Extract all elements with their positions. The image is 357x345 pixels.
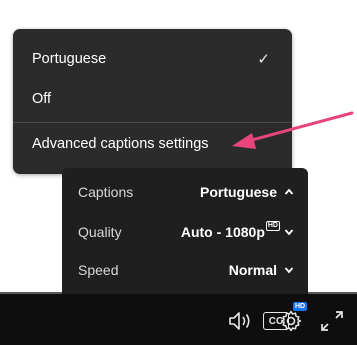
caption-option-off[interactable]: Off bbox=[13, 81, 292, 117]
settings-row-name: Quality bbox=[78, 224, 122, 240]
settings-row-name: Captions bbox=[78, 184, 134, 200]
menu-divider bbox=[13, 122, 292, 123]
settings-row-captions[interactable]: Captions Portuguese bbox=[62, 174, 308, 210]
advanced-captions-settings-item[interactable]: Advanced captions settings bbox=[13, 126, 292, 162]
settings-row-value: Auto - 1080p bbox=[180, 224, 265, 240]
caption-option-portuguese[interactable]: Portuguese ✓ bbox=[13, 41, 292, 77]
settings-gear-icon[interactable] bbox=[279, 309, 303, 333]
hd-badge: HD bbox=[265, 221, 280, 231]
checkmark-icon: ✓ bbox=[257, 51, 270, 68]
settings-row-speed[interactable]: Speed Normal bbox=[62, 252, 308, 288]
advanced-captions-settings-label: Advanced captions settings bbox=[32, 136, 209, 152]
settings-row-quality[interactable]: Quality Auto - 1080p HD bbox=[62, 214, 308, 250]
chevron-down-icon bbox=[284, 267, 294, 274]
settings-row-value: Portuguese bbox=[199, 184, 277, 200]
volume-icon[interactable] bbox=[228, 310, 256, 332]
fullscreen-icon[interactable] bbox=[318, 308, 346, 334]
captions-menu: Portuguese ✓ Off Advanced captions setti… bbox=[13, 29, 292, 174]
hd-badge: HD bbox=[293, 302, 308, 311]
settings-row-name: Speed bbox=[78, 262, 119, 278]
settings-row-value: Normal bbox=[228, 262, 277, 278]
chevron-down-icon bbox=[284, 229, 294, 236]
settings-panel: Captions Portuguese Quality Auto - 1080p… bbox=[62, 168, 308, 294]
chevron-up-icon bbox=[284, 188, 294, 195]
caption-option-label: Portuguese bbox=[32, 51, 107, 67]
caption-option-label: Off bbox=[32, 91, 52, 107]
